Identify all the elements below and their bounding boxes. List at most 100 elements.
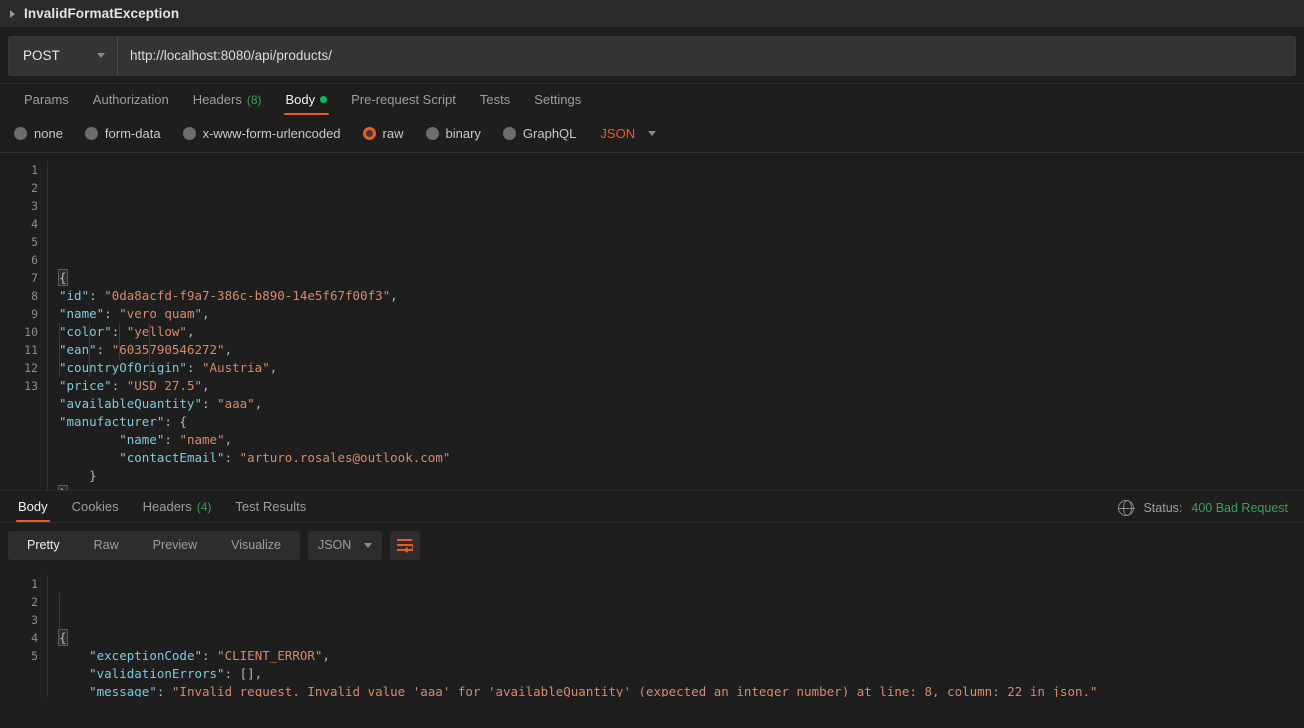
code-token: : { — [164, 414, 187, 429]
code-line: "color": "yellow", — [59, 323, 1304, 341]
request-line-numbers: 1 2 3 4 5 6 7 8 9 10 11 12 13 — [0, 161, 48, 490]
response-view-raw[interactable]: Raw — [77, 531, 136, 560]
code-token: "Invalid request. Invalid value 'aaa' fo… — [171, 684, 1098, 697]
code-token: : — [96, 342, 112, 357]
code-token: , — [254, 396, 263, 411]
line-number: 13 — [24, 379, 38, 393]
code-line: "validationErrors": [], — [59, 665, 1304, 683]
response-tab-headers[interactable]: Headers (4) — [131, 499, 224, 522]
request-tab-authorization[interactable]: Authorization — [81, 92, 181, 115]
tab-label: Body — [18, 499, 48, 514]
code-token: , — [224, 432, 233, 447]
response-format-select[interactable]: JSON — [307, 530, 382, 560]
request-body-code[interactable]: {"id": "0da8acfd-f9a7-386c-b890-14e5f67f… — [48, 161, 1304, 490]
code-token: : — [186, 360, 202, 375]
body-type-radio-graphql[interactable]: GraphQL — [502, 126, 576, 141]
body-type-radio-none[interactable]: none — [14, 126, 63, 141]
code-token: , — [322, 648, 330, 663]
request-tab-headers[interactable]: Headers (8) — [181, 92, 274, 115]
http-method-label: POST — [23, 48, 60, 63]
line-number: 5 — [31, 649, 38, 663]
code-token: "id" — [59, 288, 90, 303]
radio-label: none — [34, 126, 63, 141]
request-tab-tests[interactable]: Tests — [468, 92, 522, 115]
body-type-radio-raw[interactable]: raw — [362, 126, 404, 141]
code-line: "manufacturer": { — [59, 413, 1304, 431]
response-body-code[interactable]: { "exceptionCode": "CLIENT_ERROR", "vali… — [48, 575, 1304, 697]
code-token: } — [58, 485, 68, 490]
tab-label: Settings — [534, 92, 582, 107]
response-body-editor[interactable]: 1 2 3 4 5 { "exceptionCode": "CLIENT_ERROR",… — [0, 567, 1304, 697]
line-number: 1 — [31, 577, 38, 591]
request-tab-params[interactable]: Params — [12, 92, 81, 115]
response-status: Status: 400 Bad Request — [1118, 499, 1304, 522]
body-type-radio-form-data[interactable]: form-data — [84, 126, 161, 141]
exception-title: InvalidFormatException — [24, 6, 180, 21]
request-url-input[interactable]: http://localhost:8080/api/products/ — [118, 35, 1296, 76]
code-token: "arturo.rosales@outlook.com" — [239, 450, 451, 465]
code-line: "id": "0da8acfd-f9a7-386c-b890-14e5f67f0… — [59, 287, 1304, 305]
radio-icon — [182, 127, 196, 140]
code-token: "0da8acfd-f9a7-386c-b890-14e5f67f00f3" — [104, 288, 391, 303]
code-token: : — [156, 684, 172, 697]
code-token: "exceptionCode" — [89, 648, 202, 663]
request-tab-body[interactable]: Body — [274, 92, 340, 115]
code-token: : — [164, 432, 180, 447]
response-tab-test-results[interactable]: Test Results — [223, 499, 318, 522]
code-token: "ean" — [59, 342, 97, 357]
request-tab-settings[interactable]: Settings — [522, 92, 593, 115]
code-token: , — [390, 288, 398, 303]
response-view-pretty[interactable]: Pretty — [10, 531, 77, 560]
line-number: 9 — [31, 307, 38, 321]
tab-label: Headers — [142, 499, 192, 514]
response-tab-cookies[interactable]: Cookies — [60, 499, 131, 522]
response-view-visualize[interactable]: Visualize — [214, 531, 298, 560]
body-type-radio-binary[interactable]: binary — [425, 126, 481, 141]
http-method-select[interactable]: POST — [8, 35, 118, 76]
body-modified-dot-icon — [320, 96, 328, 103]
code-token: "Austria" — [202, 360, 270, 375]
response-view-toolbar: Pretty Raw Preview Visualize JSON — [0, 523, 1304, 567]
line-number: 4 — [31, 631, 38, 645]
body-type-radio-x-www-form-urlencoded[interactable]: x-www-form-urlencoded — [182, 126, 341, 141]
tab-label: Test Results — [235, 499, 307, 514]
code-token: "yellow" — [126, 324, 187, 339]
code-token: "name" — [59, 306, 105, 321]
chevron-down-icon — [363, 542, 372, 548]
line-number: 2 — [31, 181, 38, 195]
code-token: } — [89, 468, 97, 483]
code-token: "message" — [89, 684, 157, 697]
chevron-down-icon — [648, 131, 657, 136]
response-line-numbers: 1 2 3 4 5 — [0, 575, 48, 697]
radio-icon — [425, 127, 439, 140]
triangle-right-icon[interactable] — [10, 9, 15, 18]
code-token: { — [58, 269, 68, 286]
code-token: : — [224, 450, 240, 465]
radio-icon — [502, 127, 516, 140]
code-token: , — [224, 342, 233, 357]
radio-label: raw — [382, 126, 404, 141]
radio-label: form-data — [104, 126, 161, 141]
tab-label: Authorization — [92, 92, 169, 107]
request-body-editor[interactable]: 1 2 3 4 5 6 7 8 9 10 11 12 13 {"id": "0da8acfd-f9a7-… — [0, 153, 1304, 491]
line-number: 6 — [31, 253, 38, 267]
word-wrap-toggle-button[interactable] — [389, 530, 420, 560]
body-type-row: none form-data x-www-form-urlencoded raw bin… — [0, 115, 1304, 153]
body-format-select[interactable]: JSON — [600, 126, 657, 141]
line-number: 4 — [31, 217, 38, 231]
code-line: "name": "name", — [59, 431, 1304, 449]
response-tab-body[interactable]: Body — [6, 499, 60, 522]
line-number: 11 — [24, 343, 38, 357]
code-token: , — [269, 360, 278, 375]
code-token: { — [58, 629, 68, 646]
code-token: "name" — [179, 432, 225, 447]
code-line: } — [58, 485, 1304, 490]
code-token: "countryOfOrigin" — [59, 360, 187, 375]
tab-label: Pre-request Script — [351, 92, 456, 107]
code-token: , — [202, 378, 210, 393]
code-token: "aaa" — [217, 396, 255, 411]
request-tab-pre-request-script[interactable]: Pre-request Script — [339, 92, 468, 115]
response-view-preview[interactable]: Preview — [136, 531, 214, 560]
